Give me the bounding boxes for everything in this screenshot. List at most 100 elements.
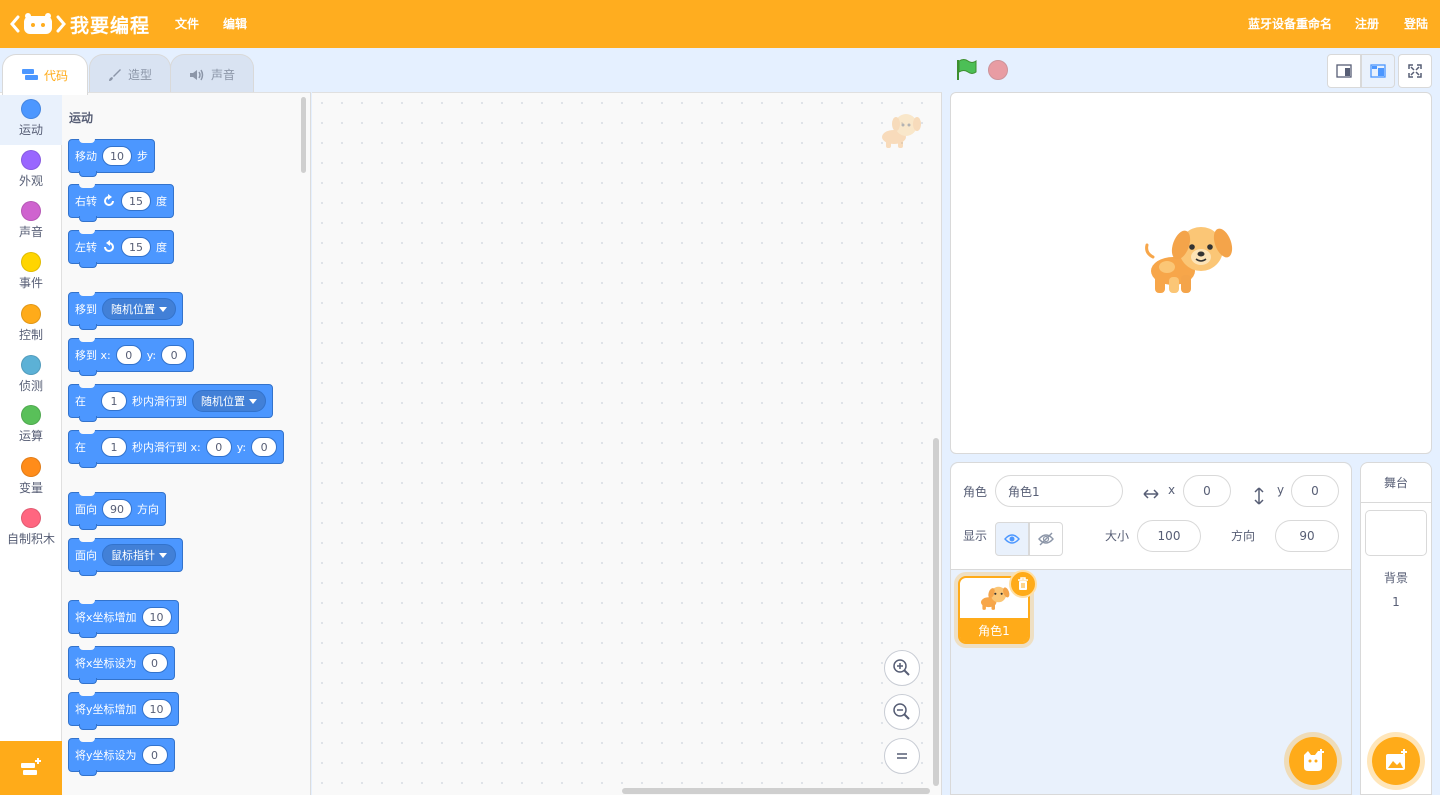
block-input[interactable]: 15 <box>121 237 151 257</box>
menu-register[interactable]: 注册 <box>1355 15 1379 32</box>
add-extension-button[interactable] <box>0 741 62 795</box>
block-input[interactable]: 0 <box>161 345 188 365</box>
category-sensing[interactable]: 侦测 <box>0 351 62 401</box>
block-input[interactable]: 0 <box>205 437 232 457</box>
stop-button[interactable] <box>988 60 1008 80</box>
category-looks[interactable]: 外观 <box>0 146 62 196</box>
category-sound[interactable]: 声音 <box>0 197 62 247</box>
block-input[interactable]: 0 <box>141 653 168 673</box>
block-set-x[interactable]: 将x坐标设为 0 <box>68 646 175 684</box>
category-control[interactable]: 控制 <box>0 300 62 350</box>
block-change-x[interactable]: 将x坐标增加 10 <box>68 600 179 638</box>
zoom-reset-button[interactable] <box>884 738 920 774</box>
category-operators[interactable]: 运算 <box>0 401 62 451</box>
sprite-watermark-icon <box>882 114 921 148</box>
block-turn-left[interactable]: 左转 15 度 <box>68 230 174 268</box>
block-input[interactable]: 0 <box>115 345 142 365</box>
block-point-towards[interactable]: 面向 鼠标指针 <box>68 538 183 576</box>
block-input[interactable]: 0 <box>251 437 278 457</box>
zoom-in-button[interactable] <box>884 650 920 686</box>
menu-file[interactable]: 文件 <box>175 15 199 32</box>
zoom-out-button[interactable] <box>884 694 920 730</box>
block-input[interactable]: 90 <box>102 499 132 519</box>
backdrop-thumbnail[interactable] <box>1365 510 1427 556</box>
block-input[interactable]: 10 <box>102 146 132 166</box>
fullscreen-button[interactable] <box>1398 54 1432 88</box>
category-events[interactable]: 事件 <box>0 248 62 298</box>
block-text: 秒内滑行到 <box>132 395 187 408</box>
block-goto-xy[interactable]: 移到 x: 0 y: 0 <box>68 338 195 376</box>
sprite-name-input[interactable]: 角色1 <box>995 475 1123 507</box>
menu-login[interactable]: 登陆 <box>1404 15 1428 32</box>
block-input[interactable]: 0 <box>141 745 168 765</box>
category-looks-dot <box>21 150 41 170</box>
workspace-horizontal-scrollbar[interactable] <box>622 788 930 794</box>
block-input[interactable]: 10 <box>141 607 172 627</box>
stage-canvas[interactable] <box>950 92 1432 454</box>
menu-edit[interactable]: 编辑 <box>223 15 247 32</box>
block-dropdown[interactable]: 鼠标指针 <box>102 544 176 566</box>
block-move-steps[interactable]: 移动 10 步 <box>68 139 155 177</box>
show-sprite-button[interactable] <box>995 522 1029 556</box>
delete-sprite-button[interactable] <box>1009 570 1037 598</box>
category-variables[interactable]: 变量 <box>0 453 62 503</box>
block-dropdown[interactable]: 随机位置 <box>102 298 176 320</box>
x-input[interactable]: 0 <box>1183 475 1231 507</box>
block-text: 左转 <box>75 241 97 254</box>
category-variables-dot <box>21 457 41 477</box>
block-text: 移到 <box>75 303 97 316</box>
block-text: 将y坐标增加 <box>75 703 137 716</box>
block-text: 移到 x: <box>75 349 111 362</box>
block-change-y[interactable]: 将y坐标增加 10 <box>68 692 179 730</box>
y-label: y <box>1277 483 1285 497</box>
size-input[interactable]: 100 <box>1137 520 1201 552</box>
category-motion-dot <box>21 99 41 119</box>
green-flag-button[interactable] <box>954 58 978 85</box>
eye-slash-icon <box>1038 532 1054 546</box>
block-set-y[interactable]: 将y坐标设为 0 <box>68 738 175 776</box>
tab-costumes-label: 造型 <box>127 68 152 82</box>
choose-sprite-button[interactable] <box>1289 737 1337 785</box>
palette-scrollbar[interactable] <box>301 97 306 173</box>
category-my-blocks-dot <box>21 508 41 528</box>
logo[interactable]: 我要编程 <box>10 8 150 40</box>
workspace-vertical-scrollbar[interactable] <box>933 438 939 786</box>
block-turn-right[interactable]: 右转 15 度 <box>68 184 174 222</box>
direction-input[interactable]: 90 <box>1275 520 1339 552</box>
palette-section-title: 运动 <box>69 111 94 125</box>
block-input[interactable]: 1 <box>101 391 127 411</box>
code-blocks-icon <box>21 69 38 80</box>
block-text: 右转 <box>75 195 97 208</box>
large-stage-button[interactable] <box>1361 54 1395 88</box>
y-arrow-icon <box>1254 487 1264 505</box>
caret-down-icon <box>159 306 167 312</box>
tab-sounds[interactable]: 声音 <box>170 54 254 94</box>
code-workspace[interactable] <box>312 92 942 795</box>
block-glide-to[interactable]: 在 1 秒内滑行到 随机位置 <box>68 384 273 422</box>
block-text: 方向 <box>137 503 159 516</box>
tab-code[interactable]: 代码 <box>2 54 88 95</box>
block-input[interactable]: 10 <box>141 699 172 719</box>
category-motion[interactable]: 运动 <box>0 95 62 145</box>
block-input[interactable]: 15 <box>121 191 151 211</box>
equals-icon <box>897 753 907 759</box>
menu-bluetooth-rename[interactable]: 蓝牙设备重命名 <box>1248 15 1332 32</box>
add-sprite-icon <box>1304 749 1324 771</box>
category-label: 侦测 <box>18 379 43 393</box>
block-glide-xy[interactable]: 在 1 秒内滑行到 x: 0 y: 0 <box>68 430 285 468</box>
block-point-direction[interactable]: 面向 90 方向 <box>68 492 166 530</box>
hide-sprite-button[interactable] <box>1029 522 1063 556</box>
category-my-blocks[interactable]: 自制积木 <box>0 504 62 554</box>
block-text: 将x坐标设为 <box>75 657 137 670</box>
category-sensing-dot <box>21 355 41 375</box>
tab-costumes[interactable]: 造型 <box>89 54 171 94</box>
y-input[interactable]: 0 <box>1291 475 1339 507</box>
choose-backdrop-button[interactable] <box>1372 737 1420 785</box>
small-stage-button[interactable] <box>1327 54 1361 88</box>
block-goto[interactable]: 移到 随机位置 <box>68 292 183 330</box>
block-input[interactable]: 1 <box>101 437 127 457</box>
brush-icon <box>108 68 121 81</box>
backdrop-count: 1 <box>1392 595 1400 609</box>
block-dropdown[interactable]: 随机位置 <box>192 390 266 412</box>
dog-sprite[interactable] <box>1141 219 1241 299</box>
